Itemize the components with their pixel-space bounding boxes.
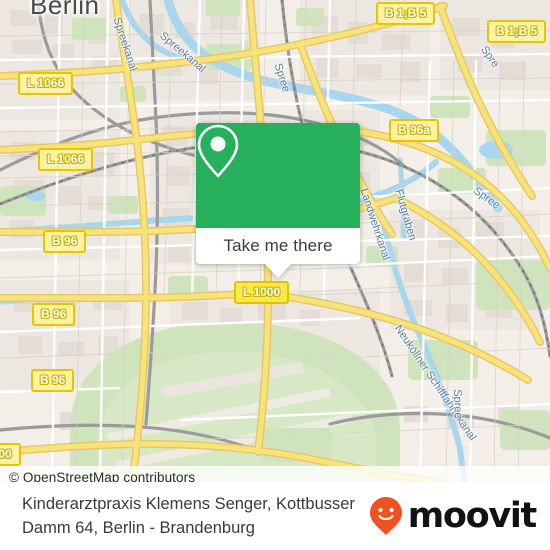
city-label: Berlin bbox=[30, 0, 100, 20]
callout-tail bbox=[265, 264, 291, 278]
moovit-map-screenshot: Berlin Spreekanal Spreekanal Spree Spre … bbox=[0, 0, 550, 550]
road-shield-l1000-2[interactable]: 1000 bbox=[0, 443, 21, 466]
moovit-wordmark: moovit bbox=[407, 496, 538, 536]
road-shield-l1000[interactable]: L 1000 bbox=[234, 281, 290, 304]
location-callout-card[interactable]: Take me there bbox=[196, 123, 360, 278]
take-me-there-label: Take me there bbox=[223, 236, 333, 255]
road-shield-b1b5-2[interactable]: B 1;B 5 bbox=[487, 20, 547, 43]
callout-pin-area bbox=[196, 123, 360, 228]
place-description: Kinderarztpraxis Klemens Senger, Kottbus… bbox=[22, 495, 355, 537]
road-shield-b96a[interactable]: B 96a bbox=[389, 119, 440, 142]
road-shield-b96[interactable]: B 96 bbox=[43, 230, 87, 253]
map-label-spree-4: Spree bbox=[451, 389, 465, 419]
moovit-brand[interactable]: moovit bbox=[369, 496, 538, 536]
take-me-there-button[interactable]: Take me there bbox=[196, 228, 360, 264]
osm-attribution-text: © OpenStreetMap contributors bbox=[9, 469, 196, 483]
road-shield-l1066[interactable]: L 1066 bbox=[18, 72, 74, 95]
road-shield-b96-2[interactable]: B 96 bbox=[32, 303, 76, 326]
moovit-smiley-pin-icon bbox=[369, 497, 402, 535]
road-shield-b96-3[interactable]: B 96 bbox=[31, 369, 75, 392]
map-pin-icon bbox=[197, 124, 239, 178]
road-shield-b1b5[interactable]: B 1;B 5 bbox=[376, 2, 436, 25]
footer-bar: Kinderarztpraxis Klemens Senger, Kottbus… bbox=[0, 482, 550, 550]
road-shield-l1066-2[interactable]: L 1066 bbox=[38, 148, 94, 171]
osm-attribution: © OpenStreetMap contributors bbox=[0, 466, 550, 482]
map-canvas[interactable]: Berlin Spreekanal Spreekanal Spree Spre … bbox=[0, 0, 550, 482]
